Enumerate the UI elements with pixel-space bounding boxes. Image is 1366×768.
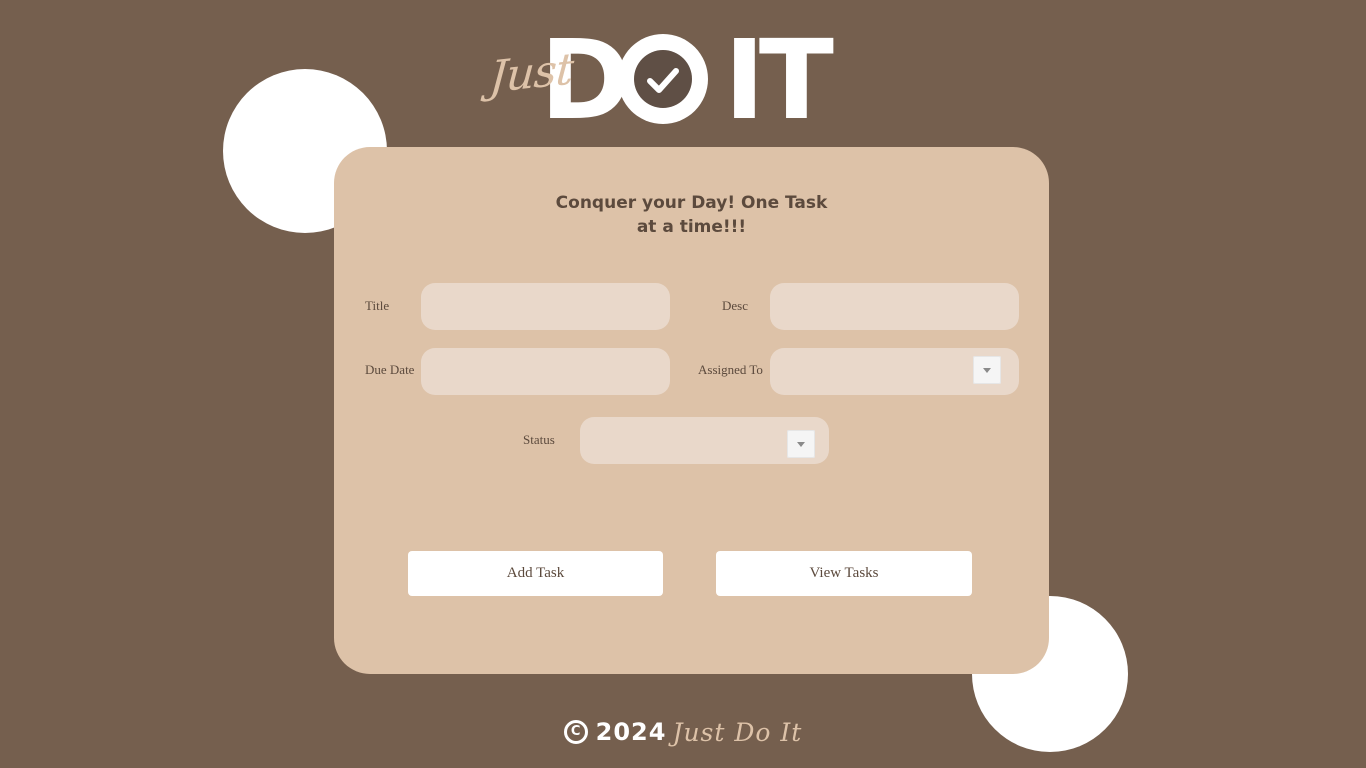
card-heading: Conquer your Day! One Task at a time!!!: [334, 191, 1049, 239]
task-form-card: Conquer your Day! One Task at a time!!! …: [334, 147, 1049, 674]
chevron-down-icon[interactable]: [973, 356, 1001, 384]
add-task-button[interactable]: Add Task: [408, 551, 663, 596]
status-select[interactable]: [580, 417, 829, 464]
title-input[interactable]: [421, 283, 670, 330]
app-logo: D IT Just: [487, 16, 834, 144]
check-circle-icon: [618, 34, 708, 124]
title-label: Title: [365, 298, 390, 313]
due-date-label: Due Date: [365, 362, 415, 377]
status-label: Status: [523, 432, 555, 447]
assigned-to-label: Assigned To: [698, 362, 763, 377]
footer: C 2024 Just Do It: [0, 712, 1366, 752]
footer-year: 2024: [595, 718, 667, 746]
view-tasks-button[interactable]: View Tasks: [716, 551, 972, 596]
desc-label: Desc: [722, 298, 748, 313]
chevron-down-icon[interactable]: [787, 430, 815, 458]
card-heading-line1: Conquer your Day! One Task: [555, 193, 828, 213]
due-date-input[interactable]: [421, 348, 670, 395]
copyright-icon: C: [563, 720, 588, 744]
desc-input[interactable]: [770, 283, 1019, 330]
logo-script-just: Just: [487, 43, 575, 104]
assigned-to-select[interactable]: [770, 348, 1019, 395]
footer-brand: Just Do It: [672, 717, 803, 747]
logo-letters-it: IT: [724, 16, 834, 144]
card-heading-line2: at a time!!!: [636, 217, 747, 237]
